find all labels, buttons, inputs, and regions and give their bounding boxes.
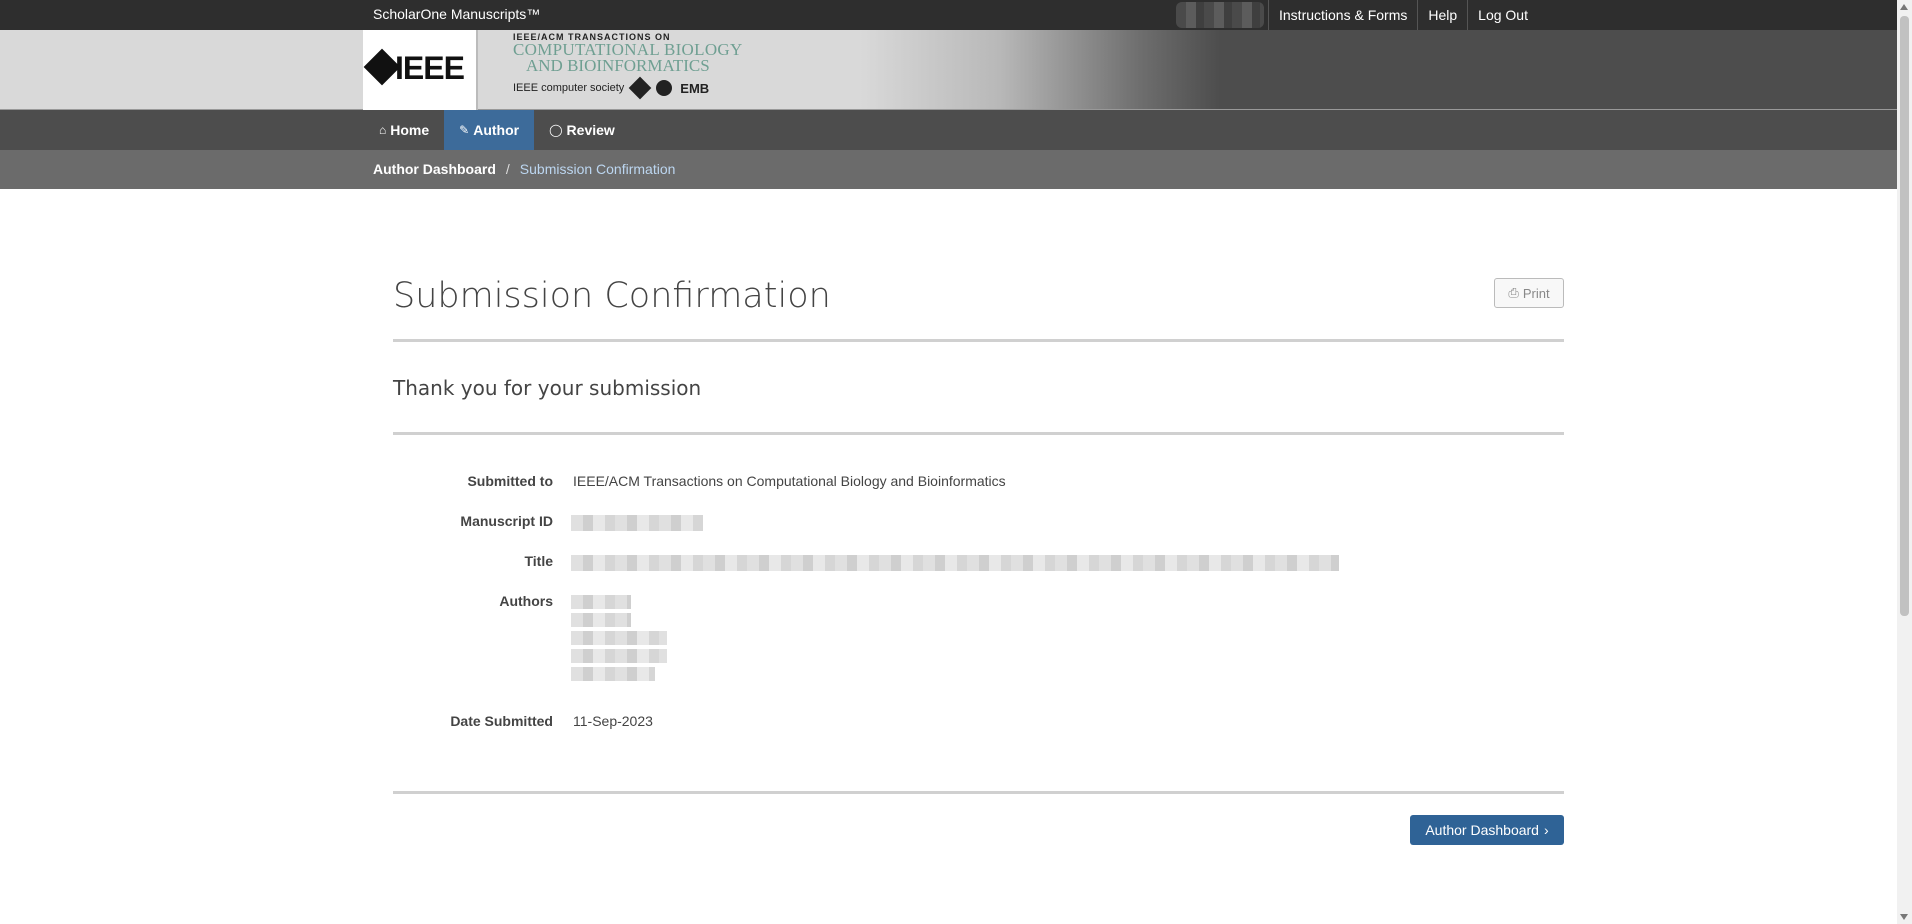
title-label: Title [524, 553, 553, 569]
ieee-logo[interactable]: IEEE [363, 30, 478, 110]
thank-you-heading: Thank you for your submission [393, 376, 702, 400]
chevron-right-icon: › [1543, 822, 1549, 838]
breadcrumb: Author Dashboard / Submission Confirmati… [373, 161, 675, 177]
user-avatar[interactable] [1176, 2, 1264, 28]
comment-icon: ◯ [549, 123, 563, 137]
ieee-logo-text: IEEE [395, 50, 465, 86]
divider [393, 791, 1564, 794]
author-dashboard-label: Author Dashboard [1425, 822, 1539, 838]
author-redacted [571, 667, 655, 681]
society-circle-icon [656, 80, 673, 96]
printer-icon: ⎙ [1508, 285, 1519, 300]
title-redacted [571, 555, 1339, 571]
page: ScholarOne Manuscripts™ Instructions & F… [0, 0, 1912, 924]
vertical-scrollbar[interactable] [1897, 0, 1912, 924]
breadcrumb-author-dashboard[interactable]: Author Dashboard [373, 161, 496, 177]
print-button[interactable]: ⎙ Print [1494, 278, 1564, 308]
journal-banner: IEEE IEEE/ACM TRANSACTIONS ON COMPUTATIO… [0, 30, 1897, 110]
breadcrumb-bar: Author Dashboard / Submission Confirmati… [0, 150, 1897, 189]
emb-logo: EMB [680, 80, 710, 96]
journal-logo: IEEE/ACM TRANSACTIONS ON COMPUTATIONAL B… [513, 32, 763, 100]
log-out-link[interactable]: Log Out [1467, 0, 1538, 30]
manuscript-id-label: Manuscript ID [460, 513, 553, 529]
date-submitted-value: 11-Sep-2023 [573, 713, 653, 729]
author-redacted [571, 631, 667, 645]
society-diamond-icon [628, 76, 652, 100]
journal-line3: AND BIOINFORMATICS [526, 56, 710, 75]
scroll-down-arrow-icon[interactable] [1900, 914, 1908, 920]
print-label: Print [1522, 285, 1550, 301]
brand-name: ScholarOne Manuscripts™ [373, 6, 541, 22]
computer-society-text: IEEE computer society [513, 82, 625, 94]
tab-review[interactable]: ◯ Review [534, 110, 630, 150]
instructions-forms-link[interactable]: Instructions & Forms [1268, 0, 1417, 30]
author-redacted [571, 613, 631, 627]
authors-label: Authors [499, 593, 553, 609]
manuscript-id-redacted [571, 515, 703, 531]
page-title: Submission Confirmation [393, 276, 831, 316]
home-icon: ⌂ [379, 123, 387, 137]
pencil-icon: ✎ [459, 123, 470, 137]
top-nav: Instructions & Forms Help Log Out [1268, 0, 1538, 30]
breadcrumb-current: Submission Confirmation [519, 161, 676, 177]
main-nav: ⌂ Home ✎ Author ◯ Review [0, 110, 1897, 150]
author-dashboard-button[interactable]: Author Dashboard › [1410, 815, 1564, 845]
tab-author-label: Author [473, 122, 520, 138]
submitted-to-label: Submitted to [467, 473, 553, 489]
tab-home[interactable]: ⌂ Home [364, 110, 444, 150]
divider [393, 339, 1564, 342]
help-link[interactable]: Help [1417, 0, 1467, 30]
breadcrumb-separator: / [505, 161, 510, 177]
tab-author[interactable]: ✎ Author [444, 110, 535, 150]
top-bar: ScholarOne Manuscripts™ Instructions & F… [0, 0, 1897, 30]
scroll-thumb[interactable] [1900, 16, 1909, 616]
author-redacted [571, 649, 667, 663]
society-logos: IEEE computer society EMB [513, 76, 763, 100]
submitted-to-value: IEEE/ACM Transactions on Computational B… [573, 473, 1006, 489]
tab-review-label: Review [566, 122, 615, 138]
tab-home-label: Home [390, 122, 430, 138]
scroll-up-arrow-icon[interactable] [1900, 4, 1908, 10]
date-submitted-label: Date Submitted [450, 713, 553, 729]
author-redacted [571, 595, 631, 609]
divider [393, 432, 1564, 435]
